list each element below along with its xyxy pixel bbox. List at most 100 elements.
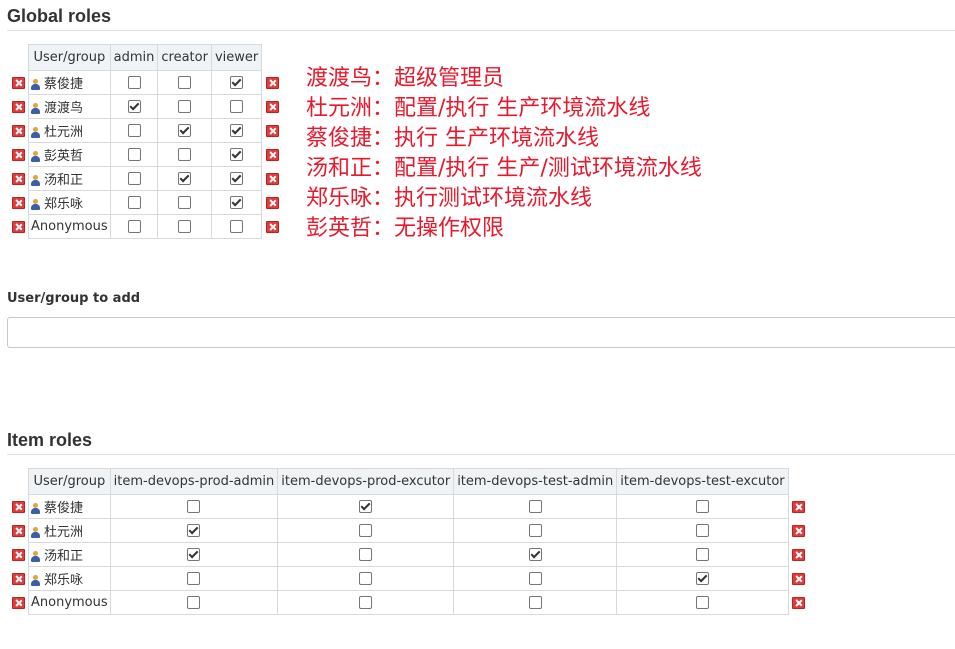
delete-row-icon[interactable] [265, 124, 279, 137]
global-roles-table: User/group admin creator viewer 蔡俊捷 渡渡鸟 杜元… [8, 44, 282, 239]
user-icon [31, 103, 40, 114]
permission-checkbox[interactable] [695, 572, 709, 585]
permission-checkbox[interactable] [178, 172, 192, 185]
permission-checkbox[interactable] [695, 500, 709, 513]
permission-checkbox[interactable] [528, 596, 542, 609]
item-permission-cell [109, 542, 279, 567]
delete-row-icon[interactable] [11, 100, 25, 113]
delete-row-icon[interactable] [11, 124, 25, 137]
permission-checkbox[interactable] [359, 548, 373, 561]
permission-checkbox[interactable] [187, 572, 201, 585]
user-icon [31, 503, 40, 514]
permission-checkbox[interactable] [230, 148, 244, 161]
delete-row-icon[interactable] [11, 524, 25, 537]
permission-checkbox[interactable] [230, 172, 244, 185]
permission-checkbox[interactable] [359, 524, 373, 537]
item-user-cell: Anonymous [28, 590, 111, 615]
global-row: 汤和正 [8, 166, 282, 191]
item-roles-table: User/group item-devops-prod-admin item-d… [8, 468, 809, 615]
delete-row-icon[interactable] [265, 220, 279, 233]
permission-checkbox[interactable] [695, 524, 709, 537]
permission-checkbox[interactable] [695, 548, 709, 561]
item-permission-cell [453, 566, 618, 591]
note-line: 汤和正：配置/执行 生产/测试环境流水线 [306, 156, 702, 181]
global-user-name: 郑乐咏 [44, 197, 84, 212]
delete-row-icon[interactable] [11, 548, 25, 561]
permission-checkbox[interactable] [187, 500, 201, 513]
delete-row-icon[interactable] [265, 100, 279, 113]
permission-checkbox[interactable] [178, 100, 192, 113]
delete-row-icon[interactable] [792, 596, 806, 609]
permission-checkbox[interactable] [178, 148, 192, 161]
user-icon [31, 79, 40, 90]
item-user-name: Anonymous [31, 595, 108, 610]
permission-checkbox[interactable] [528, 524, 542, 537]
delete-row-icon[interactable] [11, 220, 25, 233]
global-permission-cell [109, 118, 159, 143]
delete-row-icon[interactable] [11, 572, 25, 585]
permission-checkbox[interactable] [187, 596, 201, 609]
permission-checkbox[interactable] [127, 148, 141, 161]
item-permission-cell [277, 566, 455, 591]
delete-row-icon[interactable] [265, 76, 279, 89]
delete-row-icon[interactable] [11, 596, 25, 609]
delete-row-icon[interactable] [11, 196, 25, 209]
item-row: 郑乐咏 [8, 566, 809, 591]
permission-checkbox[interactable] [359, 500, 373, 513]
item-roles-title: Item roles [7, 430, 93, 450]
global-header-creator: creator [157, 44, 212, 71]
permission-checkbox[interactable] [178, 76, 192, 89]
delete-row-icon[interactable] [11, 500, 25, 513]
permission-checkbox[interactable] [230, 100, 244, 113]
permission-checkbox[interactable] [127, 172, 141, 185]
permission-checkbox[interactable] [230, 196, 244, 209]
permission-checkbox[interactable] [178, 196, 192, 209]
delete-row-icon[interactable] [792, 500, 806, 513]
user-group-to-add-input[interactable] [7, 317, 955, 348]
permission-checkbox[interactable] [178, 124, 192, 137]
global-user-cell: Anonymous [28, 214, 111, 239]
delete-row-icon[interactable] [11, 76, 25, 89]
permission-checkbox[interactable] [528, 572, 542, 585]
permission-checkbox[interactable] [127, 220, 141, 233]
global-user-name: 彭英哲 [44, 149, 84, 164]
permission-checkbox[interactable] [178, 220, 192, 233]
item-permission-cell [109, 494, 279, 519]
permission-checkbox[interactable] [695, 596, 709, 609]
item-permission-cell [277, 518, 455, 543]
permission-checkbox[interactable] [127, 124, 141, 137]
global-permission-cell [157, 118, 212, 143]
item-permission-cell [277, 494, 455, 519]
permission-checkbox[interactable] [127, 196, 141, 209]
permission-checkbox[interactable] [528, 548, 542, 561]
delete-row-icon[interactable] [792, 524, 806, 537]
delete-row-icon[interactable] [265, 148, 279, 161]
item-permission-cell [277, 590, 455, 615]
user-icon [31, 575, 40, 586]
permission-checkbox[interactable] [230, 76, 244, 89]
delete-row-icon[interactable] [792, 572, 806, 585]
permission-checkbox[interactable] [127, 76, 141, 89]
global-permission-cell [157, 142, 212, 167]
permission-checkbox[interactable] [359, 596, 373, 609]
permission-checkbox[interactable] [230, 124, 244, 137]
delete-row-icon[interactable] [11, 172, 25, 185]
delete-row-icon[interactable] [265, 196, 279, 209]
permission-checkbox[interactable] [359, 572, 373, 585]
permission-checkbox[interactable] [187, 548, 201, 561]
item-header-prod-admin: item-devops-prod-admin [109, 468, 279, 495]
permission-checkbox[interactable] [127, 100, 141, 113]
delete-row-icon[interactable] [11, 148, 25, 161]
permission-checkbox[interactable] [230, 220, 244, 233]
item-row: 杜元洲 [8, 518, 809, 543]
delete-row-icon[interactable] [792, 548, 806, 561]
delete-row-icon[interactable] [265, 172, 279, 185]
global-user-cell: 彭英哲 [28, 142, 111, 167]
permission-checkbox[interactable] [187, 524, 201, 537]
permission-checkbox[interactable] [528, 500, 542, 513]
global-user-cell: 杜元洲 [28, 118, 111, 143]
global-user-cell: 蔡俊捷 [28, 70, 111, 95]
global-permission-cell [109, 166, 159, 191]
item-user-name: 杜元洲 [44, 525, 84, 540]
note-line: 杜元洲：配置/执行 生产环境流水线 [306, 96, 651, 121]
